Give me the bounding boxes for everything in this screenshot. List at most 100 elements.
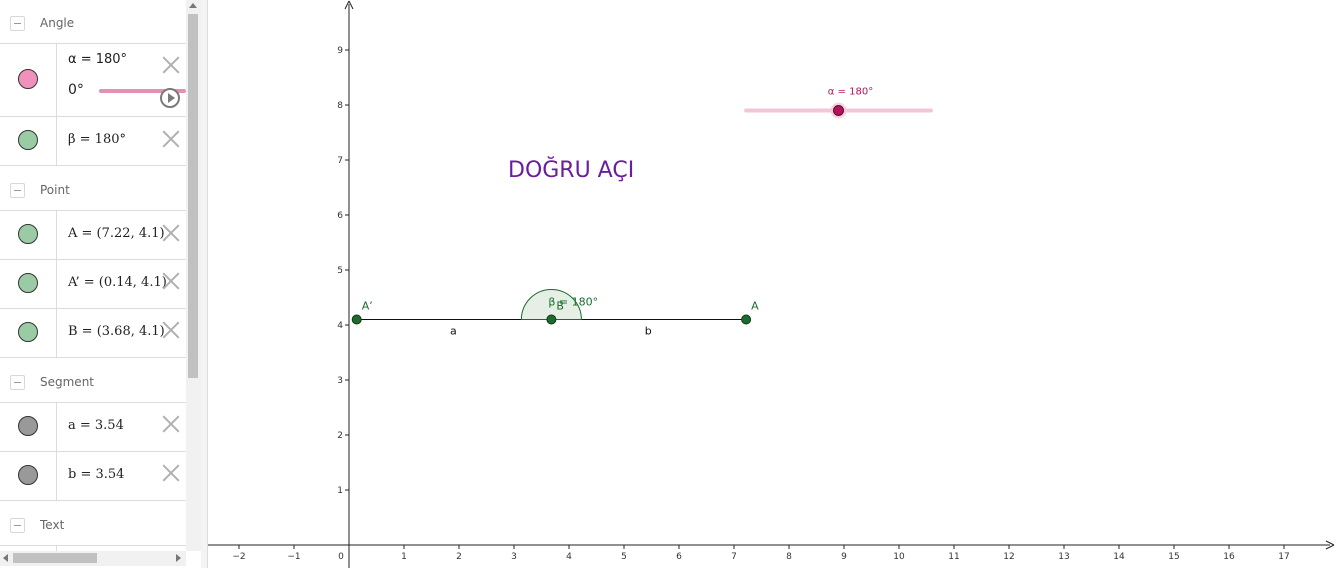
alpha-slider-knob (833, 105, 844, 116)
segment-b-label: b (645, 325, 652, 338)
y-tick-label: 7 (337, 156, 343, 166)
graphics-canvas[interactable]: −2 −1 0 1 2 3 4 5 6 7 8 9 10 11 12 13 14 15 16 17123456789α… (208, 0, 1336, 568)
point-B (546, 314, 557, 325)
x-tick-label: −2 (232, 552, 245, 562)
alpha-slider-label: α = 180° (828, 87, 873, 98)
marble-cell (0, 403, 57, 451)
play-animation-icon[interactable] (160, 88, 180, 108)
x-tick-label: 16 (1223, 552, 1235, 562)
x-tick-label: 17 (1278, 552, 1289, 562)
category-segment[interactable]: Segment (0, 358, 186, 403)
geogebra-app: Angle α = 180° 0° β = 180° Point A = (7.… (0, 0, 1336, 568)
y-tick-label: 3 (337, 376, 343, 386)
view-splitter[interactable] (201, 0, 208, 568)
y-tick-label: 6 (337, 211, 343, 221)
point-A-prime-definition[interactable]: A’ = (0.14, 4.1) (68, 275, 167, 290)
x-tick-label: 2 (456, 552, 462, 562)
segment-a-label: a (450, 325, 457, 338)
scrollbar-thumb[interactable] (13, 553, 97, 563)
point-label: B (556, 300, 564, 313)
visibility-marble-icon[interactable] (18, 322, 38, 342)
y-tick-label: 9 (337, 46, 343, 56)
algebra-row-point-A-prime[interactable]: A’ = (0.14, 4.1) (0, 260, 186, 309)
collapse-toggle-icon[interactable] (10, 518, 25, 533)
delete-icon[interactable] (162, 415, 180, 433)
marble-cell (0, 44, 57, 116)
point-A-prime (351, 314, 362, 325)
algebra-row-segment-b[interactable]: b = 3.54 (0, 452, 186, 501)
delete-icon[interactable] (162, 272, 180, 290)
scroll-left-icon[interactable] (3, 554, 8, 562)
collapse-toggle-icon[interactable] (10, 375, 25, 390)
x-tick-label: 4 (566, 552, 572, 562)
scroll-right-icon[interactable] (176, 554, 181, 562)
delete-icon[interactable] (162, 224, 180, 242)
visibility-marble-icon[interactable] (18, 130, 38, 150)
point-label: A (751, 300, 759, 313)
category-label: Segment (40, 375, 94, 389)
algebra-row-point-A[interactable]: A = (7.22, 4.1) (0, 211, 186, 260)
point-B-definition[interactable]: B = (3.68, 4.1) (68, 324, 165, 339)
x-tick-label: 1 (401, 552, 407, 562)
delete-icon[interactable] (162, 321, 180, 339)
marble-cell (0, 452, 57, 500)
category-label: Angle (40, 16, 75, 30)
x-tick-label: 15 (1168, 552, 1179, 562)
x-tick-label: 8 (786, 552, 792, 562)
segment-a-definition[interactable]: a = 3.54 (68, 418, 124, 433)
scrollbar-thumb[interactable] (188, 14, 198, 378)
algebra-row-point-B[interactable]: B = (3.68, 4.1) (0, 309, 186, 358)
marble-cell (0, 309, 57, 357)
slider-min-label: 0° (68, 82, 84, 98)
x-tick-label: 14 (1113, 552, 1125, 562)
visibility-marble-icon[interactable] (18, 465, 38, 485)
scroll-up-icon[interactable] (189, 3, 197, 8)
x-tick-label: 5 (621, 552, 627, 562)
beta-definition[interactable]: β = 180° (68, 132, 126, 147)
category-text[interactable]: Text (0, 501, 186, 546)
marble-cell (0, 211, 57, 259)
point-label: A’ (362, 300, 373, 313)
delete-icon[interactable] (162, 130, 180, 148)
delete-icon[interactable] (162, 464, 180, 482)
category-label: Point (40, 183, 70, 197)
collapse-toggle-icon[interactable] (10, 183, 25, 198)
marble-cell (0, 260, 57, 308)
algebra-vertical-scrollbar[interactable] (186, 0, 201, 551)
x-tick-label: 13 (1058, 552, 1069, 562)
algebra-row-alpha[interactable]: α = 180° 0° (0, 44, 186, 117)
point-A (741, 314, 752, 325)
visibility-marble-icon[interactable] (18, 416, 38, 436)
visibility-marble-icon[interactable] (18, 224, 38, 244)
y-tick-label: 8 (337, 101, 343, 111)
marble-cell (0, 117, 57, 165)
graphics-view[interactable]: −2 −1 0 1 2 3 4 5 6 7 8 9 10 11 12 13 14 15 16 17 1 2 3 4 5 6 7 8 9 α… (208, 0, 1336, 568)
algebra-row-segment-a[interactable]: a = 3.54 (0, 403, 186, 452)
category-label: Text (40, 518, 65, 532)
category-point[interactable]: Point (0, 166, 186, 211)
visibility-marble-icon[interactable] (18, 273, 38, 293)
point-A-definition[interactable]: A = (7.22, 4.1) (68, 226, 165, 241)
x-tick-label: 6 (676, 552, 682, 562)
segment-b-definition[interactable]: b = 3.54 (68, 467, 124, 482)
alpha-definition[interactable]: α = 180° (68, 52, 127, 67)
x-tick-label: 12 (1003, 552, 1014, 562)
y-tick-label: 2 (337, 431, 343, 441)
x-tick-label: 7 (731, 552, 737, 562)
y-tick-label: 4 (337, 321, 343, 331)
x-tick-label: −1 (287, 552, 300, 562)
x-tick-label: 0 (338, 552, 344, 562)
x-tick-label: 11 (948, 552, 959, 562)
x-tick-label: 10 (893, 552, 905, 562)
algebra-row-beta[interactable]: β = 180° (0, 117, 186, 166)
collapse-toggle-icon[interactable] (10, 16, 25, 31)
delete-icon[interactable] (162, 56, 180, 74)
algebra-horizontal-scrollbar[interactable] (0, 551, 186, 566)
title-text[interactable]: DOĞRU AÇI (508, 158, 634, 183)
x-tick-label: 3 (511, 552, 517, 562)
y-tick-label: 5 (337, 266, 343, 276)
category-angle[interactable]: Angle (0, 0, 186, 44)
algebra-view: Angle α = 180° 0° β = 180° Point A = (7.… (0, 0, 186, 551)
visibility-marble-icon[interactable] (18, 69, 38, 89)
x-tick-label: 9 (841, 552, 847, 562)
